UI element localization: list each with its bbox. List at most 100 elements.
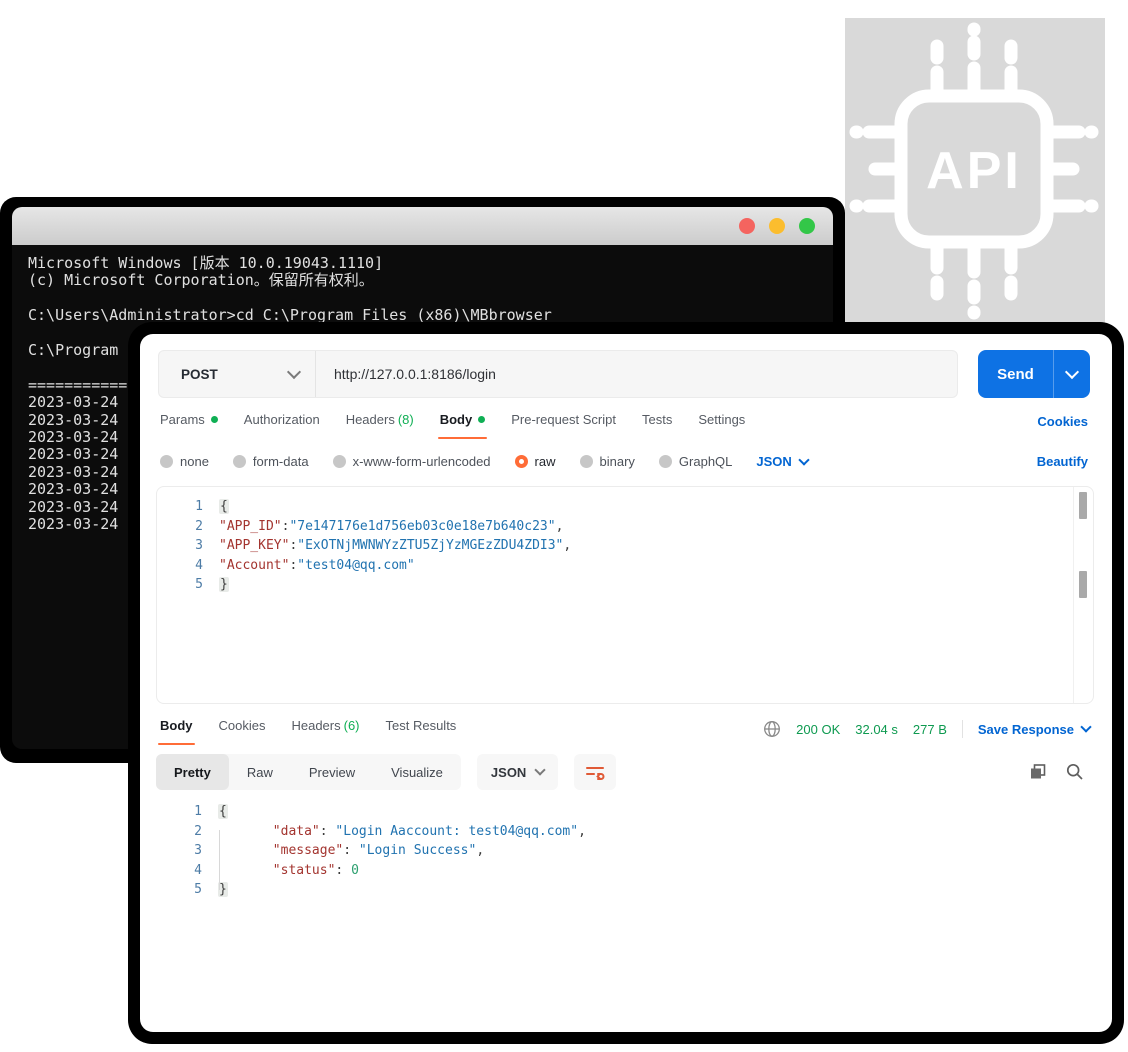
search-response-button[interactable] bbox=[1065, 762, 1084, 781]
request-tabs: Params Authorization Headers (8) Body Pre-re… bbox=[160, 412, 745, 439]
send-options-button[interactable] bbox=[1054, 350, 1090, 398]
url-input[interactable]: http://127.0.0.1:8186/login bbox=[316, 366, 496, 382]
line-number: 4 bbox=[156, 861, 218, 881]
globe-icon bbox=[763, 720, 781, 738]
response-meta: 200 OK 32.04 s 277 B Save Response bbox=[763, 720, 1090, 738]
code-line: 2 "data": "Login Aaccount: test04@qq.com… bbox=[156, 822, 1072, 842]
line-number: 2 bbox=[157, 517, 219, 537]
code-line: 4 "status": 0 bbox=[156, 861, 1072, 881]
line-number: 3 bbox=[156, 841, 218, 861]
scrollbar-thumb[interactable] bbox=[1079, 571, 1087, 598]
method-label: POST bbox=[181, 367, 218, 382]
api-client-window: POST http://127.0.0.1:8186/login Send Pa… bbox=[128, 322, 1124, 1044]
zoom-button[interactable] bbox=[799, 218, 815, 234]
radio-icon bbox=[515, 455, 528, 468]
terminal-titlebar[interactable] bbox=[12, 207, 833, 245]
response-toolbar: PrettyRawPreviewVisualize JSON bbox=[156, 754, 616, 790]
response-format-select[interactable]: JSON bbox=[477, 754, 558, 790]
method-select[interactable]: POST bbox=[159, 367, 315, 382]
wrap-lines-button[interactable] bbox=[574, 754, 616, 790]
radio-icon bbox=[333, 455, 346, 468]
response-tab-body[interactable]: Body bbox=[160, 718, 193, 745]
tab-body[interactable]: Body bbox=[440, 412, 486, 439]
code-line: 1{ bbox=[157, 497, 1069, 517]
tab-settings[interactable]: Settings bbox=[698, 412, 745, 439]
response-body-code: 1{2 "data": "Login Aaccount: test04@qq.c… bbox=[156, 802, 1072, 900]
line-number: 4 bbox=[157, 556, 219, 576]
api-chip-icon: API bbox=[845, 18, 1105, 325]
close-button[interactable] bbox=[739, 218, 755, 234]
response-tab-test-results[interactable]: Test Results bbox=[386, 718, 457, 745]
tab-tests[interactable]: Tests bbox=[642, 412, 672, 439]
view-preview[interactable]: Preview bbox=[291, 754, 373, 790]
save-response-label: Save Response bbox=[978, 722, 1074, 737]
line-number: 3 bbox=[157, 536, 219, 556]
copy-icon bbox=[1028, 762, 1047, 781]
response-tab-cookies[interactable]: Cookies bbox=[219, 718, 266, 745]
chevron-down-icon bbox=[1080, 721, 1091, 732]
radio-icon bbox=[233, 455, 246, 468]
response-tabs: Body Cookies Headers (6) Test Results bbox=[160, 718, 456, 745]
divider bbox=[962, 720, 963, 738]
tab-params[interactable]: Params bbox=[160, 412, 218, 439]
view-pretty[interactable]: Pretty bbox=[156, 754, 229, 790]
beautify-link[interactable]: Beautify bbox=[1037, 454, 1088, 469]
tab-headers[interactable]: Headers (8) bbox=[346, 412, 414, 439]
response-tab-headers[interactable]: Headers (6) bbox=[291, 718, 359, 745]
request-body-editor[interactable]: 1{2"APP_ID":"7e147176e1d756eb03c0e18e7b6… bbox=[156, 486, 1094, 704]
editor-scrollbar[interactable] bbox=[1073, 487, 1093, 703]
api-chip-graphic: API bbox=[845, 18, 1105, 325]
search-icon bbox=[1065, 762, 1084, 781]
code-line: 3 "message": "Login Success", bbox=[156, 841, 1072, 861]
copy-response-button[interactable] bbox=[1028, 762, 1047, 781]
body-mode-form-data[interactable]: form-data bbox=[233, 454, 309, 469]
response-body-viewer[interactable]: 1{2 "data": "Login Aaccount: test04@qq.c… bbox=[156, 802, 1072, 900]
chevron-down-icon bbox=[535, 764, 546, 775]
code-line: 4"Account":"test04@qq.com" bbox=[157, 556, 1069, 576]
body-mode-x-www-form-urlencoded[interactable]: x-www-form-urlencoded bbox=[333, 454, 491, 469]
tab-count-badge: (8) bbox=[398, 412, 414, 427]
chevron-down-icon bbox=[798, 454, 809, 465]
response-time: 32.04 s bbox=[855, 722, 898, 737]
body-mode-none[interactable]: none bbox=[160, 454, 209, 469]
view-raw[interactable]: Raw bbox=[229, 754, 291, 790]
body-mode-binary[interactable]: binary bbox=[580, 454, 635, 469]
unsaved-changes-dot bbox=[211, 416, 218, 423]
tab-pre-request-script[interactable]: Pre-request Script bbox=[511, 412, 616, 439]
cookies-link[interactable]: Cookies bbox=[1037, 414, 1088, 429]
line-number: 5 bbox=[157, 575, 219, 595]
request-body-code: 1{2"APP_ID":"7e147176e1d756eb03c0e18e7b6… bbox=[157, 497, 1069, 595]
line-number: 1 bbox=[157, 497, 219, 517]
send-label[interactable]: Send bbox=[978, 350, 1054, 398]
body-mode-raw[interactable]: raw bbox=[515, 454, 556, 469]
status-badge: 200 OK bbox=[796, 722, 840, 737]
api-chip-label: API bbox=[926, 142, 1022, 200]
body-type-select[interactable]: JSON bbox=[756, 454, 807, 469]
active-tab-underline bbox=[158, 743, 195, 746]
active-tab-underline bbox=[438, 437, 488, 440]
unsaved-changes-dot bbox=[478, 416, 485, 423]
body-mode-options: none form-data x-www-form-urlencoded raw bin… bbox=[160, 454, 808, 469]
code-line: 5} bbox=[157, 575, 1069, 595]
code-line: 2"APP_ID":"7e147176e1d756eb03c0e18e7b640… bbox=[157, 517, 1069, 537]
line-number: 1 bbox=[156, 802, 218, 822]
view-visualize[interactable]: Visualize bbox=[373, 754, 461, 790]
minimize-button[interactable] bbox=[769, 218, 785, 234]
radio-icon bbox=[160, 455, 173, 468]
save-response-button[interactable]: Save Response bbox=[978, 722, 1090, 737]
chevron-down-icon bbox=[287, 365, 301, 379]
send-button[interactable]: Send bbox=[978, 350, 1090, 398]
response-view-switch: PrettyRawPreviewVisualize bbox=[156, 754, 461, 790]
radio-icon bbox=[659, 455, 672, 468]
body-mode-graphql[interactable]: GraphQL bbox=[659, 454, 732, 469]
scrollbar-thumb[interactable] bbox=[1079, 492, 1087, 519]
wrap-lines-icon bbox=[585, 763, 605, 781]
radio-icon bbox=[580, 455, 593, 468]
line-number: 2 bbox=[156, 822, 218, 842]
chevron-down-icon bbox=[1065, 365, 1079, 379]
format-label: JSON bbox=[491, 765, 526, 780]
tab-authorization[interactable]: Authorization bbox=[244, 412, 320, 439]
fold-guide-line bbox=[219, 830, 220, 890]
line-number: 5 bbox=[156, 880, 218, 900]
response-size: 277 B bbox=[913, 722, 947, 737]
